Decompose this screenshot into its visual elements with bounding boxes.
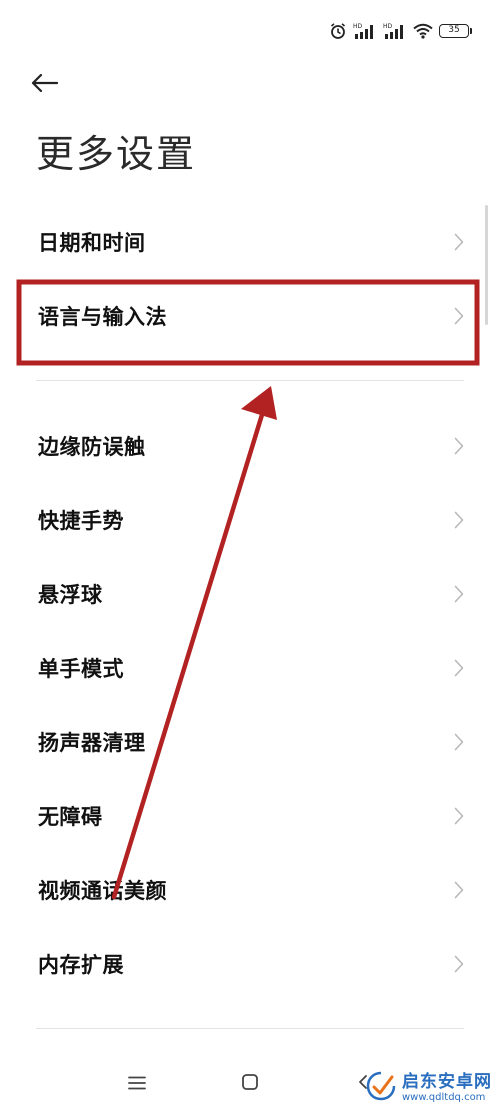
chevron-right-icon — [454, 307, 464, 325]
chevron-right-icon — [454, 955, 464, 973]
chevron-right-icon — [454, 881, 464, 899]
settings-item-language-input[interactable]: 语言与输入法 — [0, 279, 500, 353]
settings-item-label: 快捷手势 — [38, 509, 124, 533]
watermark-url: www.qdltdq.com — [402, 1091, 486, 1103]
watermark-logo-icon — [365, 1071, 397, 1105]
chevron-right-icon — [454, 585, 464, 603]
menu-button[interactable] — [122, 1069, 152, 1099]
settings-item-memory-extension[interactable]: 内存扩展 — [0, 927, 500, 1001]
settings-item-label: 日期和时间 — [38, 231, 146, 255]
settings-item-label: 内存扩展 — [38, 953, 124, 977]
settings-item-accessibility[interactable]: 无障碍 — [0, 779, 500, 853]
wifi-icon — [413, 23, 433, 39]
status-bar: HD HD 35 — [329, 18, 472, 44]
settings-item-floating-ball[interactable]: 悬浮球 — [0, 557, 500, 631]
divider — [36, 380, 464, 381]
settings-item-one-handed-mode[interactable]: 单手模式 — [0, 631, 500, 705]
settings-item-label: 悬浮球 — [38, 583, 103, 607]
settings-item-speaker-cleaning[interactable]: 扬声器清理 — [0, 705, 500, 779]
arrow-left-icon — [30, 73, 59, 97]
settings-item-label: 语言与输入法 — [38, 305, 167, 329]
svg-text:HD: HD — [383, 23, 393, 30]
settings-item-video-call-beauty[interactable]: 视频通话美颜 — [0, 853, 500, 927]
settings-item-label: 视频通话美颜 — [38, 879, 167, 903]
battery-level: 35 — [439, 24, 469, 38]
settings-item-label: 扬声器清理 — [38, 731, 146, 755]
battery-icon: 35 — [439, 24, 472, 38]
chevron-right-icon — [454, 733, 464, 751]
svg-text:HD: HD — [353, 23, 363, 30]
watermark-title: 启东安卓网 — [402, 1071, 492, 1092]
menu-icon — [128, 1075, 146, 1094]
divider — [36, 1028, 464, 1029]
watermark: 启东安卓网 www.qdltdq.com — [365, 1071, 492, 1105]
settings-item-date-time[interactable]: 日期和时间 — [0, 205, 500, 279]
chevron-right-icon — [454, 511, 464, 529]
page-title: 更多设置 — [36, 132, 197, 176]
settings-item-label: 边缘防误触 — [38, 435, 146, 459]
chevron-right-icon — [454, 233, 464, 251]
chevron-right-icon — [454, 807, 464, 825]
chevron-right-icon — [454, 659, 464, 677]
home-button[interactable] — [235, 1069, 265, 1099]
settings-item-shortcut-gestures[interactable]: 快捷手势 — [0, 483, 500, 557]
back-button[interactable] — [30, 68, 70, 102]
settings-item-label: 单手模式 — [38, 657, 124, 681]
home-icon — [241, 1073, 259, 1095]
settings-item-edge-protection[interactable]: 边缘防误触 — [0, 409, 500, 483]
hd-signal-icon: HD — [383, 22, 407, 40]
alarm-icon — [329, 22, 347, 40]
chevron-right-icon — [454, 437, 464, 455]
hd-signal-icon: HD — [353, 22, 377, 40]
settings-item-label: 无障碍 — [38, 805, 103, 829]
